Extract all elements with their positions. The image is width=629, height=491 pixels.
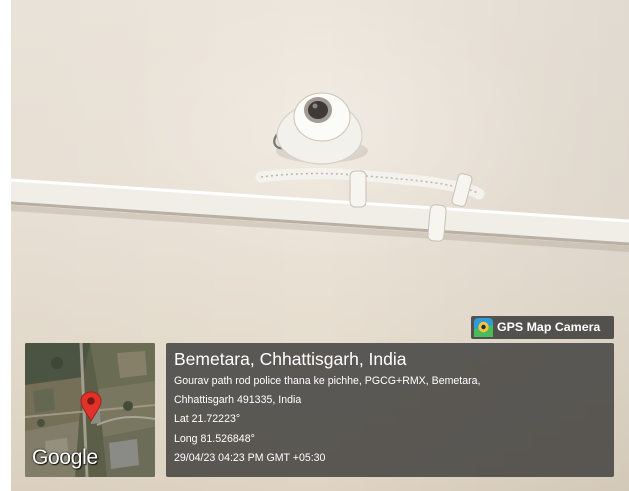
gps-map-camera-badge: GPS Map Camera bbox=[471, 316, 614, 339]
map-thumbnail: Google bbox=[25, 343, 155, 477]
latitude-value: Lat 21.72223° bbox=[174, 413, 241, 426]
wire-clip bbox=[451, 173, 473, 207]
map-pin-icon bbox=[80, 391, 102, 422]
coiled-wire bbox=[255, 168, 485, 200]
location-title: Bemetara, Chhattisgarh, India bbox=[174, 349, 407, 369]
pipe-clip bbox=[427, 204, 447, 242]
google-attribution: Google bbox=[32, 446, 98, 469]
longitude-value: Long 81.526848° bbox=[174, 432, 255, 445]
datetime-value: 29/04/23 04:23 PM GMT +05:30 bbox=[174, 451, 326, 464]
address-line: Chhattisgarh 491335, India bbox=[174, 394, 302, 407]
gps-map-camera-app-icon bbox=[474, 318, 493, 337]
camera-lens bbox=[308, 101, 328, 119]
app-name-label: GPS Map Camera bbox=[497, 320, 601, 335]
location-info-panel: Bemetara, Chhattisgarh, India Gourav pat… bbox=[166, 343, 614, 477]
address-line: Gourav path rod police thana ke pichhe, … bbox=[174, 375, 481, 387]
camera-lens-reflection bbox=[312, 103, 318, 109]
photo-frame: GPS Map Camera Google Bemetara, Chhattis… bbox=[0, 0, 629, 491]
pipe-clip bbox=[349, 170, 367, 208]
